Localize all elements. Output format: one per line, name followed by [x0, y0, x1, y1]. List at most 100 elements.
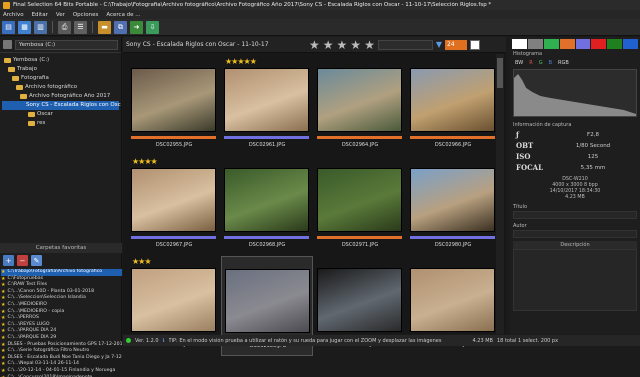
toolbar-separator: [92, 21, 93, 33]
thumbnail-image[interactable]: [317, 168, 402, 232]
folder-icon[interactable]: ▬: [98, 21, 111, 34]
thumbnail-image[interactable]: [317, 68, 402, 132]
star-filter-3[interactable]: ★: [337, 39, 348, 51]
tree-item-label: Trabajo: [17, 65, 37, 74]
thumbnail-cell[interactable]: DSC02971.JPG: [314, 156, 406, 256]
thumbnail-image[interactable]: [410, 68, 495, 132]
tree-item[interactable]: res: [2, 119, 119, 128]
import-icon[interactable]: ⇩: [146, 21, 159, 34]
capture-title: Información de captura: [510, 119, 640, 129]
menu-archivo[interactable]: Archivo: [3, 12, 24, 18]
add-favorite-icon[interactable]: +: [3, 255, 14, 266]
tree-item[interactable]: Archivo fotográfico: [2, 83, 119, 92]
thumbnail-image[interactable]: [131, 268, 216, 332]
favorite-item[interactable]: ★C:\...\Nepal 03-11-14 26-11-14: [1, 361, 122, 368]
tree-item-label: Fotografia: [21, 74, 49, 83]
scrollbar-thumb[interactable]: [497, 58, 503, 88]
thumbnail-rating: ★★★★★: [225, 57, 256, 66]
color-swatch[interactable]: [576, 39, 591, 49]
remove-favorite-icon[interactable]: −: [17, 255, 28, 266]
color-swatch[interactable]: [607, 39, 622, 49]
tree-item-label: Sony CS - Escalada Riglos con Oscar - 11…: [26, 101, 121, 110]
thumbnail-image[interactable]: [410, 268, 495, 332]
toolbar: ▤ ▦ ▥ ⎙ ☰ ▬ ⧉ ➜ ⇩: [0, 19, 640, 36]
favorite-item[interactable]: ★C:\...\20-12-14 - 04-01-15 Finlandia y …: [1, 368, 122, 375]
color-swatch[interactable]: [623, 39, 638, 49]
filter-box[interactable]: [378, 40, 433, 50]
hist-tab-bw[interactable]: BW: [513, 60, 525, 66]
print-list-icon[interactable]: ☰: [74, 21, 87, 34]
menu-opciones[interactable]: Opciones: [73, 12, 98, 18]
tree-item[interactable]: Oscar: [2, 110, 119, 119]
thumbnail-cell[interactable]: DSC02980.JPG: [407, 156, 499, 256]
star-filter-4[interactable]: ★: [350, 39, 361, 51]
favorite-item[interactable]: ★C:\...\PARQUE DIA 29: [1, 335, 122, 342]
tree-item[interactable]: Archivo Fotográfico Año 2017: [2, 92, 119, 101]
filter-icon[interactable]: ▼: [436, 40, 442, 49]
thumbnail-filename: DSC02967.JPG: [128, 242, 220, 248]
color-swatch[interactable]: [512, 39, 527, 49]
star-filter-1[interactable]: ★: [309, 39, 320, 51]
thumbnail-cell[interactable]: DSC02968.JPG: [221, 156, 313, 256]
thumbnail-cell[interactable]: DSC02964.JPG: [314, 56, 406, 156]
copy-icon[interactable]: ⧉: [114, 21, 127, 34]
tree-item[interactable]: Sony CS - Escalada Riglos con Oscar - 11…: [2, 101, 119, 110]
thumbnail-cell[interactable]: ★★★★DSC02967.JPG: [128, 156, 220, 256]
hist-tab-g[interactable]: G: [537, 60, 545, 66]
star-icon: ★: [1, 282, 5, 289]
favorite-item[interactable]: ★C:\...\PARQUE DIA 24: [1, 328, 122, 335]
tree-item-label: Yembosa (C:): [13, 56, 49, 65]
color-swatch[interactable]: [560, 39, 575, 49]
save-icon[interactable]: ▦: [18, 21, 31, 34]
export-icon[interactable]: ➜: [130, 21, 143, 34]
color-swatch[interactable]: [528, 39, 543, 49]
thumbnail-image[interactable]: [224, 168, 309, 232]
star-icon: ★: [1, 368, 5, 375]
menu-acerca[interactable]: Acerca de ...: [106, 12, 140, 18]
description-field[interactable]: [513, 249, 637, 311]
open-icon[interactable]: ▤: [2, 21, 15, 34]
hist-tab-b[interactable]: B: [547, 60, 554, 66]
thumbnail-filename: DSC02961.JPG: [221, 142, 313, 148]
thumbnail-image[interactable]: [131, 68, 216, 132]
menu-editar[interactable]: Editar: [32, 12, 48, 18]
favorite-item[interactable]: ★DLSES - Escalada Budi Noe Tania Diego y…: [1, 355, 122, 362]
favorite-item[interactable]: ★C:\...\MEDIOEIRO: [1, 302, 122, 309]
thumbnail-scrollbar[interactable]: [496, 54, 504, 334]
thumbnail-cell[interactable]: DSC02966.JPG: [407, 56, 499, 156]
save-as-icon[interactable]: ▥: [34, 21, 47, 34]
print-icon[interactable]: ⎙: [58, 21, 71, 34]
author-field[interactable]: [513, 230, 637, 238]
thumbnail-image[interactable]: [225, 269, 310, 333]
thumbnail-image[interactable]: [410, 168, 495, 232]
tree-item[interactable]: Yembosa (C:): [2, 56, 119, 65]
favorite-item[interactable]: ★C:\...\PERROS: [1, 315, 122, 322]
edit-favorite-icon[interactable]: ✎: [31, 255, 42, 266]
hist-tab-r[interactable]: R: [527, 60, 534, 66]
favorite-item[interactable]: ★C:\...\Seleccion\Seleccion Islandia: [1, 295, 122, 302]
star-icon: ★: [1, 302, 5, 309]
tree-item[interactable]: Trabajo: [2, 65, 119, 74]
thumbnail-image[interactable]: [317, 268, 402, 332]
star-icon: ★: [1, 269, 5, 276]
star-filter-2[interactable]: ★: [323, 39, 334, 51]
thumbnail-cell[interactable]: DSC02955.JPG: [128, 56, 220, 156]
tree-item[interactable]: Fotografia: [2, 74, 119, 83]
star-filter-5[interactable]: ★: [364, 39, 375, 51]
favorite-item[interactable]: ★C:\RAW Test Files: [1, 282, 122, 289]
thumbnail-image[interactable]: [224, 68, 309, 132]
thumbnail-image[interactable]: [131, 168, 216, 232]
color-filter[interactable]: [470, 40, 480, 50]
color-swatch[interactable]: [544, 39, 559, 49]
thumbnail-cell[interactable]: ★★★★★ DSC02961.JPG: [221, 56, 313, 156]
color-swatch[interactable]: [591, 39, 606, 49]
favorite-item[interactable]: ★DLSES - Pruebas Posicionamiento GPS 17-…: [1, 342, 122, 349]
hist-tab-rgb[interactable]: RGB: [556, 60, 571, 66]
favorite-item[interactable]: ★C:\...\Serie fotográfica Filtro Neutro: [1, 348, 122, 355]
tip-text: TIP: En el modo visión prueba a utilizar…: [169, 338, 469, 344]
drive-selector[interactable]: Yembosa (C:): [15, 40, 118, 50]
title-field[interactable]: [513, 211, 637, 219]
version-text: Ver. 1.2.0: [135, 338, 159, 344]
menu-ver[interactable]: Ver: [56, 12, 65, 18]
favorite-item[interactable]: ★C:\Trabajo\Fotografia\Archivo fotográfi…: [1, 269, 122, 276]
